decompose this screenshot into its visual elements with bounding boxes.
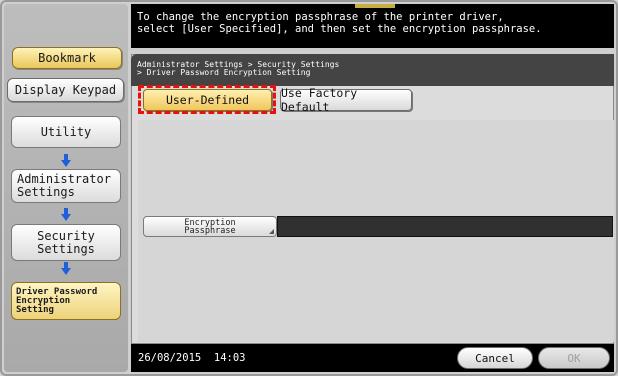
sidebar: Bookmark Display Keypad Utility Administ… — [4, 4, 128, 372]
nav-security-settings[interactable]: Security Settings — [11, 224, 121, 261]
cancel-button[interactable]: Cancel — [457, 347, 533, 369]
nav-admin-label: Administrator Settings — [17, 172, 111, 199]
down-arrow-icon — [61, 154, 71, 167]
top-indicator — [355, 4, 395, 8]
down-arrow-icon — [61, 208, 71, 221]
bookmark-button[interactable]: Bookmark — [12, 47, 122, 69]
use-factory-default-label: Use Factory Default — [281, 86, 358, 114]
use-factory-default-button[interactable]: Use Factory Default — [280, 86, 412, 114]
nav-driver-password-encryption-setting[interactable]: Driver Password Encryption Setting — [11, 282, 121, 320]
nav-utility[interactable]: Utility — [11, 116, 121, 148]
ok-label: OK — [567, 351, 581, 365]
breadcrumb-line-2: > Driver Password Encryption Setting — [137, 68, 311, 77]
corner-triangle-icon — [269, 229, 274, 234]
ok-button[interactable]: OK — [538, 347, 610, 369]
cancel-label: Cancel — [475, 351, 515, 365]
encryption-passphrase-label: Encryption Passphrase — [184, 218, 236, 236]
display-keypad-label: Display Keypad — [14, 83, 117, 97]
time-text: 14:03 — [213, 352, 246, 364]
display-keypad-button[interactable]: Display Keypad — [7, 78, 124, 102]
breadcrumb: Administrator Settings > Security Settin… — [131, 54, 614, 86]
message-line-2: select [User Specified], and then set th… — [137, 23, 542, 35]
highlight-box — [138, 85, 276, 114]
encryption-passphrase-field[interactable] — [277, 216, 613, 237]
instruction-message: To change the encryption passphrase of t… — [131, 4, 614, 48]
date-text: 26/08/2015 — [138, 352, 202, 364]
nav-driver-label: Driver Password Encryption Setting — [16, 286, 98, 315]
nav-security-label: Security Settings — [37, 228, 95, 256]
date-time: 26/08/2015 14:03 — [138, 352, 245, 364]
bookmark-label: Bookmark — [38, 51, 96, 65]
nav-administrator-settings[interactable]: Administrator Settings — [11, 169, 121, 203]
message-line-1: To change the encryption passphrase of t… — [137, 11, 504, 23]
encryption-passphrase-button[interactable]: Encryption Passphrase — [143, 216, 277, 237]
nav-utility-label: Utility — [40, 124, 92, 139]
down-arrow-icon — [61, 262, 71, 275]
